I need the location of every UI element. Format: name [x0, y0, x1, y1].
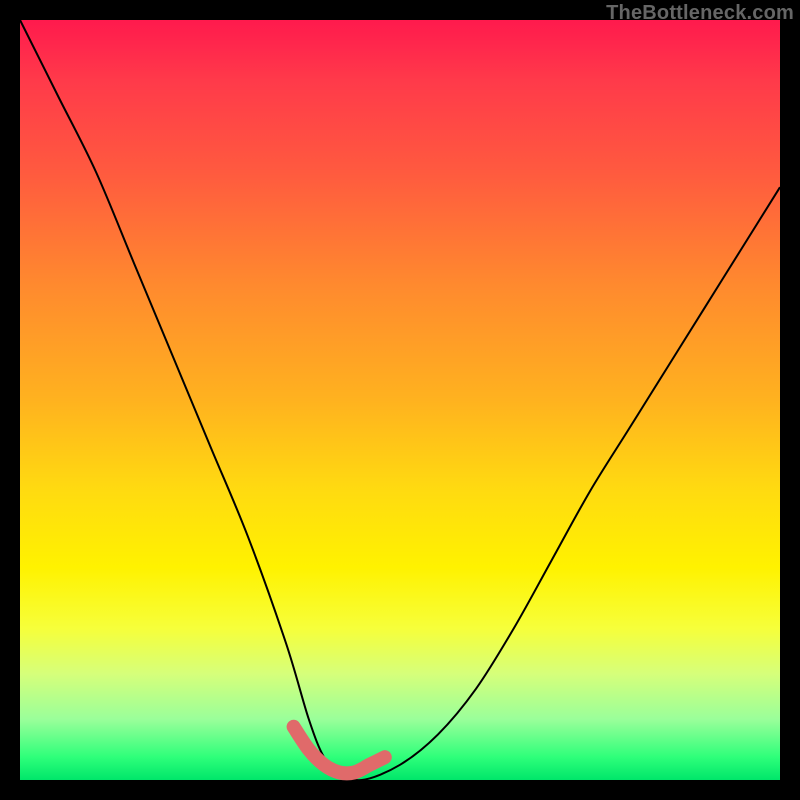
- chart-frame: TheBottleneck.com: [0, 0, 800, 800]
- watermark-text: TheBottleneck.com: [606, 2, 794, 25]
- optimum-band: [294, 727, 385, 774]
- bottleneck-curve: [20, 20, 780, 780]
- curve-svg: [20, 20, 780, 780]
- plot-area: [20, 20, 780, 780]
